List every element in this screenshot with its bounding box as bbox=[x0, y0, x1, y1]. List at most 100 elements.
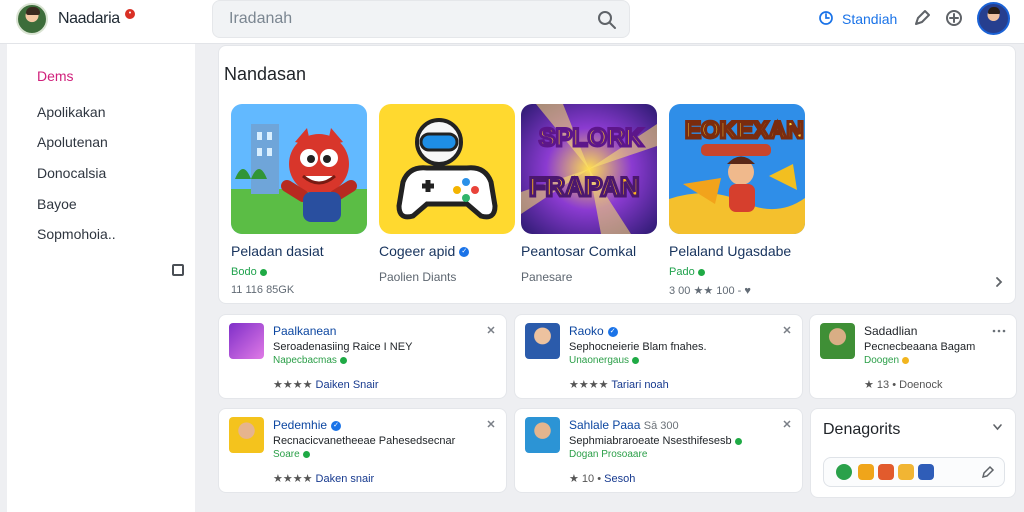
featured-section: Nandasan Peladan dasiat Bodo 11 116 85GK bbox=[218, 45, 1016, 304]
svg-text:FRAPAN: FRAPAN bbox=[529, 172, 640, 202]
recommendation-card[interactable]: Raoko ✓ Sephocneierie Blam fnahes. Unaone… bbox=[514, 314, 803, 399]
search-bar[interactable] bbox=[212, 0, 630, 38]
featured-card-meta: Paolien Diants bbox=[379, 270, 457, 284]
verified-icon: ✓ bbox=[459, 247, 470, 258]
recommendation-thumbnail[interactable] bbox=[229, 417, 264, 453]
edit-icon[interactable] bbox=[980, 464, 996, 480]
pen-icon[interactable] bbox=[912, 8, 932, 28]
category-chip-orange[interactable] bbox=[858, 464, 874, 480]
recommendation-card[interactable]: Paalkanean Seroadenasiing Raice I NEY Na… bbox=[218, 314, 507, 399]
categories-panel: Denagorits bbox=[810, 408, 1016, 498]
recommendation-title[interactable]: Pedemhie ✓ bbox=[273, 418, 342, 432]
recommendation-description: Seroadenasiing Raice I NEY bbox=[273, 341, 413, 353]
recommendation-description: Pecnecbeaana Bagam bbox=[864, 341, 976, 353]
recommendation-card[interactable]: Sadadlian Pecnecbeaana Bagam Doogen ★ 13… bbox=[809, 314, 1017, 399]
featured-card-title[interactable]: Peantosar Comkal bbox=[521, 243, 636, 259]
featured-card-title[interactable]: Pelaland Ugasdabe bbox=[669, 243, 791, 259]
green-dot-icon bbox=[632, 356, 640, 364]
featured-card[interactable]: Cogeer apid ✓ Paolien Diants bbox=[379, 104, 519, 284]
recommendation-tag: Napecbacmas bbox=[273, 355, 347, 366]
profile-avatar[interactable] bbox=[977, 2, 1010, 35]
recommendation-description: Sephmiabraroeate Nsesthifesesb bbox=[569, 435, 742, 447]
featured-card-subtitle: Bodo bbox=[231, 266, 267, 278]
clover-icon[interactable] bbox=[836, 464, 852, 480]
recommendation-thumbnail[interactable] bbox=[525, 417, 560, 453]
close-icon[interactable] bbox=[782, 419, 792, 429]
green-dot-icon bbox=[902, 356, 910, 364]
game-art-controller[interactable] bbox=[379, 104, 515, 234]
featured-card[interactable]: Peladan dasiat Bodo 11 116 85GK bbox=[231, 104, 371, 296]
sidebar-item-bayoe[interactable]: Bayoe bbox=[37, 196, 77, 212]
category-chip-row[interactable] bbox=[823, 457, 1005, 487]
search-icon[interactable] bbox=[595, 8, 619, 32]
brand-avatar[interactable] bbox=[16, 3, 48, 35]
clock-icon[interactable] bbox=[818, 10, 834, 26]
sidebar-item-sopmohoia[interactable]: Sopmohoia.. bbox=[37, 226, 116, 242]
sidebar-toggle-icon[interactable] bbox=[172, 264, 184, 276]
recommendation-tag: Doogen bbox=[864, 355, 910, 366]
close-icon[interactable] bbox=[486, 325, 496, 335]
recommendation-thumbnail[interactable] bbox=[525, 323, 560, 359]
recommendation-rating: ★★★★ Daiken Snair bbox=[273, 379, 379, 391]
sidebar-item-dems[interactable]: Dems bbox=[37, 68, 74, 84]
game-art-splork[interactable]: SPLORK FRAPAN bbox=[521, 104, 657, 234]
recommendation-card[interactable]: Pedemhie ✓ Recnacicvanetheeae Pahesedsecn… bbox=[218, 408, 507, 493]
top-bar: Naadaria • Standiah bbox=[0, 0, 1024, 44]
close-icon[interactable] bbox=[486, 419, 496, 429]
top-link[interactable]: Standiah bbox=[842, 11, 897, 27]
recommendation-tag: Unaonergaus bbox=[569, 355, 640, 366]
recommendation-thumbnail[interactable] bbox=[820, 323, 855, 359]
recommendation-thumbnail[interactable] bbox=[229, 323, 264, 359]
sidebar-item-donocalsia[interactable]: Donocalsia bbox=[37, 165, 106, 181]
more-options-icon[interactable] bbox=[992, 329, 1006, 333]
recommendation-title[interactable]: Sadadlian bbox=[864, 324, 917, 338]
game-art-hero[interactable] bbox=[231, 104, 367, 234]
recommendation-tag: Dogan Prosoaare bbox=[569, 449, 648, 460]
chevron-right-icon[interactable] bbox=[993, 276, 1005, 288]
sidebar: Dems Apolikakan Apolutenan Donocalsia Ba… bbox=[7, 44, 195, 512]
recommendation-rating: ★★★★ Tariari noah bbox=[569, 379, 669, 391]
green-dot-icon bbox=[697, 268, 705, 276]
close-icon[interactable] bbox=[782, 325, 792, 335]
recommendation-description: Recnacicvanetheeae Pahesedsecnar bbox=[273, 435, 456, 447]
green-dot-icon bbox=[302, 450, 310, 458]
featured-card[interactable]: SPLORK FRAPAN Peantosar Comkal Panesare bbox=[521, 104, 661, 284]
recommendation-title[interactable]: Raoko ✓ bbox=[569, 324, 618, 338]
verified-icon: ✓ bbox=[331, 420, 342, 431]
featured-card-meta: 11 116 85GK bbox=[231, 284, 295, 296]
recommendation-rating: ★★★★ Daken snair bbox=[273, 473, 375, 485]
plus-icon[interactable] bbox=[944, 8, 964, 28]
brand-name[interactable]: Naadaria bbox=[58, 10, 120, 28]
category-chip-blue[interactable] bbox=[918, 464, 934, 480]
featured-card-title[interactable]: Peladan dasiat bbox=[231, 243, 324, 259]
green-dot-icon bbox=[339, 356, 347, 364]
recommendation-rating: ★ 13 • Doenock bbox=[864, 379, 943, 391]
svg-text:EOKEXAN: EOKEXAN bbox=[685, 117, 804, 144]
recommendation-description: Sephocneierie Blam fnahes. bbox=[569, 341, 707, 353]
verified-icon: ✓ bbox=[607, 326, 618, 337]
category-chip-yellow[interactable] bbox=[898, 464, 914, 480]
categories-title: Denagorits bbox=[823, 421, 901, 438]
recommendation-title[interactable]: Sahlale Paaa Sā 300 bbox=[569, 418, 679, 432]
recommendation-tag: Soare bbox=[273, 449, 310, 460]
sidebar-item-apolikakan[interactable]: Apolikakan bbox=[37, 104, 106, 120]
featured-card-title[interactable]: Cogeer apid ✓ bbox=[379, 243, 470, 259]
search-input[interactable] bbox=[229, 9, 589, 29]
notification-badge: • bbox=[125, 9, 135, 19]
sidebar-item-apolutenan[interactable]: Apolutenan bbox=[37, 134, 108, 150]
category-chip-red[interactable] bbox=[878, 464, 894, 480]
recommendation-card[interactable]: Sahlale Paaa Sā 300 Sephmiabraroeate Nse… bbox=[514, 408, 803, 493]
game-art-adventure[interactable]: EOKEXAN bbox=[669, 104, 805, 234]
featured-card-rating: 3 00 ★★ 100 - ♥ bbox=[669, 285, 751, 297]
recommendation-title[interactable]: Paalkanean bbox=[273, 324, 336, 338]
featured-card-subtitle: Pado bbox=[669, 266, 705, 278]
featured-card[interactable]: EOKEXAN Pelaland Ugasdabe Pado 3 00 ★★ 1… bbox=[669, 104, 809, 297]
recommendation-rating: ★ 10 • Sesoh bbox=[569, 473, 636, 485]
green-dot-icon bbox=[259, 268, 267, 276]
green-dot-icon bbox=[734, 437, 742, 445]
chevron-down-icon[interactable] bbox=[992, 423, 1003, 431]
svg-text:SPLORK: SPLORK bbox=[539, 124, 643, 152]
featured-card-meta: Panesare bbox=[521, 270, 573, 284]
featured-title: Nandasan bbox=[224, 64, 307, 84]
heart-icon[interactable]: ♥ bbox=[744, 285, 751, 297]
